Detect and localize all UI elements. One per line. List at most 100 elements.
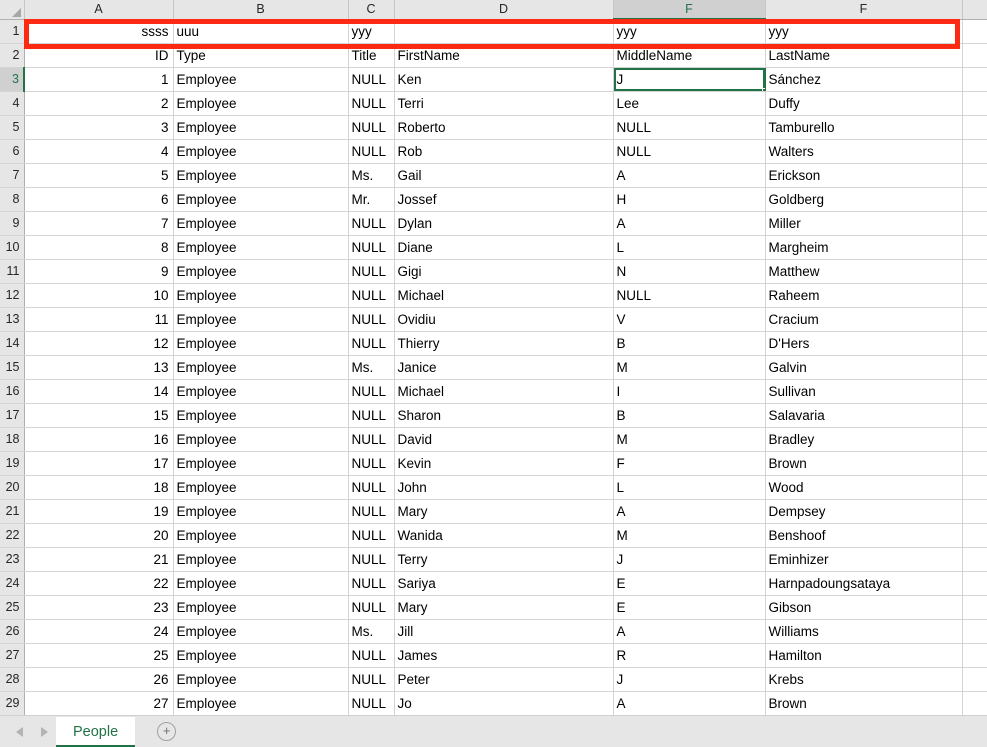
row-header-1[interactable]: 1	[0, 19, 25, 44]
cell[interactable]: 12	[24, 331, 174, 356]
cell[interactable]: Raheem	[765, 283, 963, 308]
row-header-23[interactable]: 23	[0, 547, 25, 572]
cell[interactable]: Employee	[173, 355, 349, 380]
cell[interactable]: Matthew	[765, 259, 963, 284]
cell[interactable]: NULL	[348, 91, 395, 116]
cell[interactable]: NULL	[348, 499, 395, 524]
cell[interactable]	[962, 115, 987, 140]
cell[interactable]	[962, 571, 987, 596]
column-header-c[interactable]: C	[348, 0, 395, 20]
cell[interactable]: D'Hers	[765, 331, 963, 356]
cell[interactable]: Margheim	[765, 235, 963, 260]
row-header-12[interactable]: 12	[0, 283, 25, 308]
cell[interactable]: NULL	[348, 667, 395, 692]
sheet-tab-people[interactable]: People	[56, 717, 136, 747]
cell[interactable]: Employee	[173, 595, 349, 620]
cell[interactable]: I	[613, 379, 766, 404]
cell[interactable]	[962, 451, 987, 476]
cell[interactable]: 5	[24, 163, 174, 188]
cell[interactable]: F	[613, 451, 766, 476]
cell[interactable]: Dempsey	[765, 499, 963, 524]
cell[interactable]: M	[613, 355, 766, 380]
cell[interactable]: Sullivan	[765, 379, 963, 404]
cell[interactable]: Williams	[765, 619, 963, 644]
cell[interactable]: Mr.	[348, 187, 395, 212]
cell[interactable]: ID	[24, 43, 174, 68]
cell[interactable]: A	[613, 691, 766, 716]
cell[interactable]: Hamilton	[765, 643, 963, 668]
cell[interactable]: Employee	[173, 451, 349, 476]
cell[interactable]: Tamburello	[765, 115, 963, 140]
cell[interactable]: H	[613, 187, 766, 212]
row-header-29[interactable]: 29	[0, 691, 25, 716]
cell[interactable]: 9	[24, 259, 174, 284]
cell[interactable]: MiddleName	[613, 43, 766, 68]
cell[interactable]: 18	[24, 475, 174, 500]
cell[interactable]: Sariya	[394, 571, 614, 596]
cell[interactable]: Brown	[765, 451, 963, 476]
cell[interactable]	[962, 259, 987, 284]
cell[interactable]: NULL	[348, 283, 395, 308]
cell[interactable]: 10	[24, 283, 174, 308]
cell[interactable]: NULL	[348, 139, 395, 164]
cell[interactable]: 19	[24, 499, 174, 524]
previous-sheet-icon[interactable]	[16, 726, 23, 737]
cell[interactable]	[962, 355, 987, 380]
cell[interactable]: 22	[24, 571, 174, 596]
cell[interactable]: Thierry	[394, 331, 614, 356]
cell[interactable]: Ms.	[348, 355, 395, 380]
cell[interactable]: Type	[173, 43, 349, 68]
add-sheet-icon[interactable]: +	[157, 722, 177, 741]
row-header-19[interactable]: 19	[0, 451, 25, 476]
column-header-g[interactable]	[962, 0, 987, 20]
cell[interactable]: Employee	[173, 475, 349, 500]
column-header-d[interactable]: D	[394, 0, 614, 20]
cell[interactable]: 4	[24, 139, 174, 164]
cell[interactable]: LastName	[765, 43, 963, 68]
row-header-6[interactable]: 6	[0, 139, 25, 164]
cell[interactable]: Employee	[173, 67, 349, 92]
cell[interactable]: 1	[24, 67, 174, 92]
select-all-corner[interactable]	[0, 0, 25, 20]
cell[interactable]: 11	[24, 307, 174, 332]
cell[interactable]: Employee	[173, 163, 349, 188]
cell[interactable]: M	[613, 523, 766, 548]
cell[interactable]: Employee	[173, 187, 349, 212]
cell[interactable]: NULL	[348, 451, 395, 476]
cell[interactable]: NULL	[348, 427, 395, 452]
cell[interactable]: Employee	[173, 499, 349, 524]
cell[interactable]: A	[613, 499, 766, 524]
cell[interactable]: Gail	[394, 163, 614, 188]
cell[interactable]: NULL	[348, 595, 395, 620]
cell[interactable]: Roberto	[394, 115, 614, 140]
row-header-14[interactable]: 14	[0, 331, 25, 356]
cell[interactable]: NULL	[348, 307, 395, 332]
cell[interactable]: Ms.	[348, 619, 395, 644]
cell[interactable]	[962, 331, 987, 356]
row-header-17[interactable]: 17	[0, 403, 25, 428]
row-header-15[interactable]: 15	[0, 355, 25, 380]
next-sheet-icon[interactable]	[41, 726, 48, 737]
cell[interactable]: Salavaria	[765, 403, 963, 428]
cell[interactable]	[962, 379, 987, 404]
cell[interactable]: Erickson	[765, 163, 963, 188]
cell[interactable]	[962, 403, 987, 428]
cell[interactable]: Employee	[173, 691, 349, 716]
cell[interactable]: 7	[24, 211, 174, 236]
cell[interactable]: NULL	[348, 211, 395, 236]
cell[interactable]: Galvin	[765, 355, 963, 380]
row-header-26[interactable]: 26	[0, 619, 25, 644]
cell[interactable]: NULL	[613, 283, 766, 308]
cell[interactable]: Krebs	[765, 667, 963, 692]
cell[interactable]: L	[613, 235, 766, 260]
cell[interactable]	[962, 67, 987, 92]
cell[interactable]	[962, 547, 987, 572]
cell[interactable]: John	[394, 475, 614, 500]
cell[interactable]: 3	[24, 115, 174, 140]
cell[interactable]: NULL	[348, 331, 395, 356]
cell[interactable]: David	[394, 427, 614, 452]
cell[interactable]: NULL	[613, 139, 766, 164]
cell[interactable]: FirstName	[394, 43, 614, 68]
row-header-5[interactable]: 5	[0, 115, 25, 140]
cell[interactable]	[962, 475, 987, 500]
